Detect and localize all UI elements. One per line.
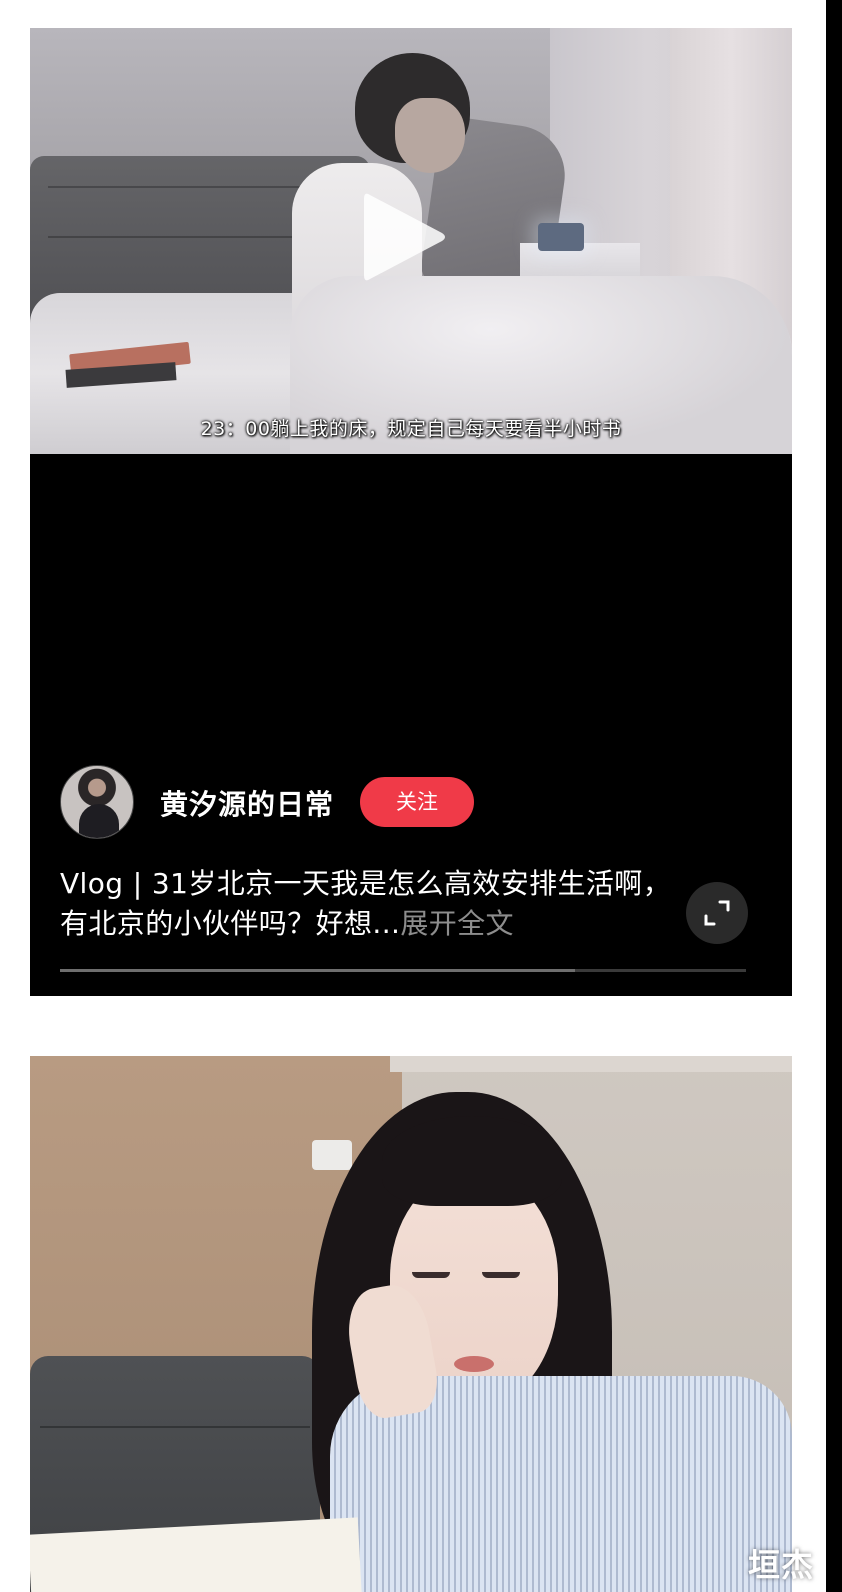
fullscreen-button[interactable] [686, 882, 748, 944]
expand-full-text-link[interactable]: 展开全文 [400, 907, 514, 940]
video-progress-fill [60, 969, 575, 972]
page: 23：00躺上我的床，规定自己每天要看半小时书 黄汐源的日常 关注 Vlog |… [0, 0, 842, 1592]
description-text: Vlog | 31岁北京一天我是怎么高效安排生活啊，有北京的小伙伴吗？好想... [60, 867, 672, 940]
author-row: 黄汐源的日常 关注 [60, 765, 660, 839]
right-edge-bar [826, 0, 842, 1592]
video-subtitle: 23：00躺上我的床，规定自己每天要看半小时书 [200, 418, 622, 440]
photo [30, 1056, 792, 1592]
post-description: Vlog | 31岁北京一天我是怎么高效安排生活啊，有北京的小伙伴吗？好想...… [60, 864, 680, 944]
play-icon[interactable] [356, 185, 452, 289]
follow-button[interactable]: 关注 [360, 777, 474, 827]
video-card[interactable]: 23：00躺上我的床，规定自己每天要看半小时书 黄汐源的日常 关注 Vlog |… [30, 28, 792, 996]
video-thumbnail[interactable]: 23：00躺上我的床，规定自己每天要看半小时书 [30, 28, 792, 454]
video-progress-bar[interactable] [60, 969, 746, 972]
watermark: 垣杰 [748, 1546, 815, 1584]
avatar[interactable] [60, 765, 134, 839]
author-name[interactable]: 黄汐源的日常 [160, 783, 334, 823]
fullscreen-icon [704, 900, 730, 926]
